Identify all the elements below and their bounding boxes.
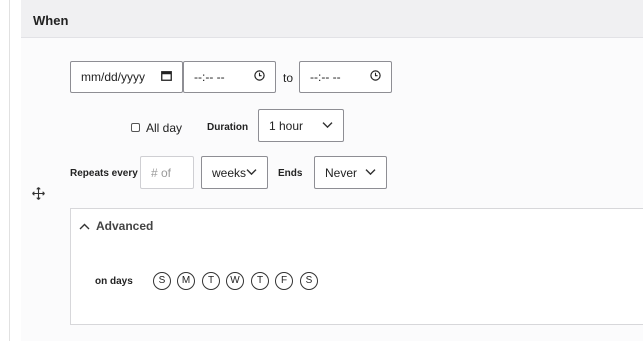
- day-friday-toggle[interactable]: F: [275, 272, 293, 290]
- outer-divider: [9, 0, 10, 341]
- clock-icon[interactable]: [254, 70, 265, 84]
- advanced-label: Advanced: [96, 219, 154, 233]
- advanced-panel: [70, 208, 643, 325]
- end-time-input[interactable]: --:-- --: [299, 61, 392, 93]
- start-date-input[interactable]: mm/dd/yyyy: [70, 61, 183, 93]
- day-monday-toggle[interactable]: M: [177, 272, 195, 290]
- on-days-label: on days: [95, 276, 133, 287]
- chevron-up-icon: [79, 217, 90, 235]
- repeats-count-input[interactable]: # of: [140, 156, 194, 189]
- ends-select[interactable]: Never: [314, 156, 387, 189]
- chevron-down-icon: [365, 164, 376, 178]
- duration-label: Duration: [207, 122, 249, 133]
- end-time-placeholder: --:-- --: [310, 70, 341, 84]
- start-date-placeholder: mm/dd/yyyy: [81, 70, 146, 84]
- advanced-toggle[interactable]: Advanced: [79, 217, 153, 235]
- chevron-down-icon: [246, 164, 257, 178]
- day-sunday-toggle[interactable]: S: [153, 272, 171, 290]
- when-panel-header: [21, 0, 643, 38]
- day-tuesday-toggle[interactable]: T: [202, 272, 220, 290]
- start-time-placeholder: --:-- --: [194, 70, 225, 84]
- clock-icon[interactable]: [370, 70, 381, 84]
- all-day-checkbox[interactable]: [131, 123, 140, 132]
- repeats-count-placeholder: # of: [151, 165, 172, 180]
- calendar-icon[interactable]: [161, 70, 172, 84]
- section-title: When: [33, 13, 69, 28]
- day-saturday-toggle[interactable]: S: [300, 272, 318, 290]
- ends-value: Never: [325, 165, 358, 180]
- duration-value: 1 hour: [269, 118, 304, 133]
- all-day-label: All day: [146, 121, 183, 135]
- start-time-input[interactable]: --:-- --: [183, 61, 276, 93]
- move-handle-icon[interactable]: [32, 187, 45, 200]
- day-thursday-toggle[interactable]: T: [251, 272, 269, 290]
- to-label: to: [283, 71, 294, 85]
- frequency-select[interactable]: weeks: [201, 156, 268, 189]
- duration-select[interactable]: 1 hour: [258, 109, 344, 142]
- repeats-every-label: Repeats every: [70, 168, 138, 179]
- chevron-down-icon: [322, 117, 333, 131]
- frequency-value: weeks: [212, 165, 247, 180]
- ends-label: Ends: [278, 168, 303, 179]
- day-wednesday-toggle[interactable]: W: [226, 272, 244, 290]
